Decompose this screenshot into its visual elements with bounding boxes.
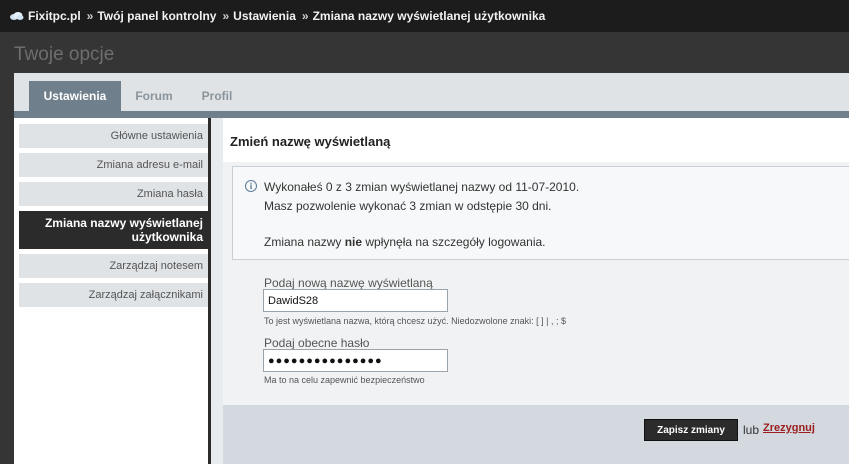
notice-line-2: Masz pozwolenie wykonać 3 zmian w odstęp… bbox=[264, 199, 552, 213]
displayname-input[interactable] bbox=[263, 289, 448, 312]
page-title: Twoje opcje bbox=[14, 44, 115, 65]
breadcrumb-bar: Fixitpc.pl » Twój panel kontrolny » Usta… bbox=[0, 0, 849, 32]
notice-line-3-emphasis: nie bbox=[344, 235, 363, 249]
or-text: lub bbox=[743, 423, 760, 437]
displayname-hint: To jest wyświetlana nazwa, którą chcesz … bbox=[264, 316, 566, 326]
breadcrumb-link-settings[interactable]: Ustawienia bbox=[233, 9, 296, 23]
displayname-label: Podaj nową nazwę wyświetlaną bbox=[264, 276, 433, 290]
password-hint: Ma to na celu zapewnić bezpieczeństwo bbox=[264, 375, 425, 385]
sidebar-item-general[interactable]: Główne ustawienia bbox=[19, 124, 209, 148]
notice-line-1: Wykonałeś 0 z 3 zmian wyświetlanej nazwy… bbox=[264, 180, 580, 194]
breadcrumb-current: Zmiana nazwy wyświetlanej użytkownika bbox=[312, 9, 546, 23]
notice-line-3-start: Zmiana nazwy bbox=[264, 235, 345, 249]
sidebar-item-displayname[interactable]: Zmiana nazwy wyświetlanej użytkownika bbox=[19, 211, 209, 249]
sidebar-item-email[interactable]: Zmiana adresu e-mail bbox=[19, 153, 209, 177]
tab-bar: Ustawienia Forum Profil bbox=[14, 73, 849, 111]
info-icon: i bbox=[245, 180, 257, 192]
content-title: Zmień nazwę wyświetlaną bbox=[230, 134, 391, 149]
tab-settings[interactable]: Ustawienia bbox=[29, 81, 121, 111]
sidebar-item-attachments[interactable]: Zarządzaj załącznikami bbox=[19, 283, 209, 307]
cancel-link[interactable]: Zrezygnuj bbox=[763, 422, 815, 434]
sidebar-item-notes[interactable]: Zarządzaj notesem bbox=[19, 254, 209, 278]
breadcrumb-link-control-panel[interactable]: Twój panel kontrolny bbox=[97, 9, 216, 23]
cloud-icon bbox=[9, 11, 24, 21]
info-notice: i Wykonałeś 0 z 3 zmian wyświetlanej naz… bbox=[232, 166, 849, 260]
password-input[interactable] bbox=[263, 349, 448, 372]
sidebar-item-password[interactable]: Zmiana hasła bbox=[19, 182, 209, 206]
tab-underline bbox=[14, 111, 849, 118]
tab-profile[interactable]: Profil bbox=[190, 81, 244, 111]
breadcrumb-separator: » bbox=[301, 9, 309, 23]
options-panel: Ustawienia Forum Profil Główne ustawieni… bbox=[14, 73, 849, 464]
form-footer: Zapisz zmiany lub Zrezygnuj bbox=[223, 405, 849, 464]
breadcrumb-link-home[interactable]: Fixitpc.pl bbox=[28, 9, 81, 23]
sidebar: Główne ustawienia Zmiana adresu e-mail Z… bbox=[14, 118, 210, 464]
notice-line-3-end: wpłynęła na szczegóły logowania. bbox=[362, 235, 546, 249]
notice-line-3: Zmiana nazwy nie wpłynęła na szczegóły l… bbox=[264, 235, 546, 249]
breadcrumb-separator: » bbox=[222, 9, 230, 23]
save-button[interactable]: Zapisz zmiany bbox=[644, 419, 738, 441]
password-label: Podaj obecne hasło bbox=[264, 336, 370, 350]
tab-forum[interactable]: Forum bbox=[126, 81, 182, 111]
content-header: Zmień nazwę wyświetlaną bbox=[223, 118, 849, 162]
breadcrumb-separator: » bbox=[86, 9, 94, 23]
sidebar-divider bbox=[208, 118, 211, 464]
